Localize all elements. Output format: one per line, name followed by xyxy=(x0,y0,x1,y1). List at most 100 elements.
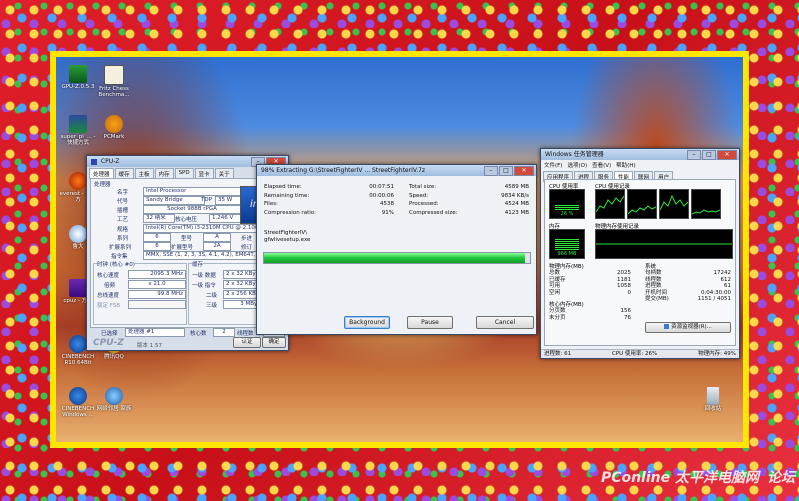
minimize-button[interactable]: – xyxy=(687,150,701,160)
processed-label: Processed: xyxy=(409,201,439,207)
fsb-value xyxy=(128,300,186,309)
extract-right-stats: Total size: 4589 MB Speed: 9834 KB/s Proce… xyxy=(409,183,529,217)
model-label: 型号 xyxy=(181,236,193,242)
multiplier-value: x 21.0 xyxy=(128,280,186,289)
desktop-icon-label: Fritz Chess Benchma... xyxy=(98,86,130,98)
mem-meter: 966 MB xyxy=(549,229,585,259)
physical-memory-section: 物理内存(MB) 总数 2025 已缓存 1181 可用 1058 空闲 0 核心内存(… xyxy=(549,262,631,321)
superpi-icon xyxy=(69,115,87,133)
elapsed-label: Elapsed time: xyxy=(264,184,302,190)
extract-titlebar[interactable]: 98% Extracting G:\StreetFighterIV ... St… xyxy=(257,165,536,176)
cinebench-icon xyxy=(69,335,87,353)
taskmgr-window[interactable]: Windows 任务管理器 – □ ✕ 文件(F) 选项(O) 查看(V) 帮助(H… xyxy=(540,148,740,359)
nonpaged-value: 76 xyxy=(624,314,631,321)
processor-select[interactable]: 处理器 #1 xyxy=(125,328,185,337)
cpu-usage-meter: 26 % xyxy=(549,189,585,219)
package-label: 插槽 xyxy=(117,208,129,214)
instr-label: 指令集 xyxy=(111,254,128,260)
processed-value: 4524 MB xyxy=(504,201,529,207)
desktop-icon-label: 回收站 xyxy=(704,406,722,412)
model-value: A xyxy=(203,233,231,242)
core-speed-label: 核心速度 xyxy=(97,273,120,279)
voltage-label: 核心电压 xyxy=(175,217,198,223)
system-title: 系统 xyxy=(645,264,657,270)
cancel-button[interactable]: Cancel xyxy=(476,316,534,329)
family-label: 系列 xyxy=(117,236,129,242)
desktop-icon-network[interactable]: 网络邻居 家族 xyxy=(94,387,134,412)
cores-label: 核心数 xyxy=(190,331,207,337)
resource-monitor-label: 资源监视器(R)... xyxy=(671,324,712,330)
package-value: Socket 988B rPGA xyxy=(143,205,241,214)
tech-label: 工艺 xyxy=(117,217,129,223)
desktop-icon-recycle-bin[interactable]: 回收站 xyxy=(693,387,733,412)
desktop-icon-pcmark[interactable]: PCMark xyxy=(94,115,134,140)
cinebench-icon xyxy=(69,387,87,405)
background-button[interactable]: Background xyxy=(344,316,390,329)
extract-left-stats: Elapsed time: 00:07:51 Remaining time: 00:… xyxy=(264,183,394,217)
forum-watermark: 论坛 xyxy=(767,470,795,486)
kernel-title: 核心内存(MB) xyxy=(549,302,584,308)
desktop-icon-label: GPU-Z.0.5.3 xyxy=(61,84,95,90)
cpuz-app-icon xyxy=(91,158,97,165)
maximize-button[interactable]: □ xyxy=(499,166,513,176)
commit-label: 提交(MB) xyxy=(645,296,669,302)
menu-view[interactable]: 查看(V) xyxy=(592,161,611,169)
cpuz-icon xyxy=(69,279,87,297)
validate-button[interactable]: 认证 xyxy=(233,337,261,348)
current-path: StreetFighterIV\ xyxy=(264,230,308,236)
desktop-icon-label: CINEBENCH Windows ... xyxy=(61,406,95,418)
cores-value: 2 xyxy=(213,328,235,337)
taskmgr-titlebar[interactable]: Windows 任务管理器 – □ ✕ xyxy=(541,149,739,160)
l2-label: 二级 xyxy=(206,293,218,299)
resource-monitor-button[interactable]: 资源监视器(R)... xyxy=(645,322,731,333)
desktop-icon-superpi[interactable]: super_pi_... - 快捷方式 xyxy=(58,115,98,146)
desktop-icon-label: PCMark xyxy=(103,134,125,140)
taskmgr-menu: 文件(F) 选项(O) 查看(V) 帮助(H) xyxy=(541,160,739,170)
cpu-history-core3 xyxy=(691,189,721,219)
current-file: StreetFighterIV\ gfwlivesetup.exe xyxy=(264,230,310,244)
desktop-icon-gpuz[interactable]: GPU-Z.0.5.3 xyxy=(58,65,98,90)
extract-window[interactable]: 98% Extracting G:\StreetFighterIV ... St… xyxy=(256,164,537,335)
cpuz-version: 版本 1.57 xyxy=(137,343,162,349)
resource-monitor-icon xyxy=(664,324,670,329)
ok-button[interactable]: 确定 xyxy=(262,337,286,348)
code-label: 代号 xyxy=(117,199,129,205)
stepping-label: 步进 xyxy=(241,236,253,242)
remaining-value: 00:00:06 xyxy=(369,192,394,199)
cpu-history-core1 xyxy=(627,189,657,219)
speed-value: 9834 KB/s xyxy=(501,192,529,199)
bus-label: 总线速度 xyxy=(97,293,120,299)
l1d-label: 一级 数据 xyxy=(192,273,216,279)
minimize-button[interactable]: – xyxy=(484,166,498,176)
progress-bar xyxy=(263,252,531,264)
window-title: CPU-Z xyxy=(100,158,120,165)
tdp-label: TDP xyxy=(201,197,212,203)
free-value: 0 xyxy=(627,289,632,296)
current-filename: gfwlivesetup.exe xyxy=(264,237,311,243)
everest-icon xyxy=(69,172,87,190)
pcmark-icon xyxy=(105,115,123,133)
close-button[interactable]: ✕ xyxy=(717,150,737,160)
chess-icon xyxy=(104,65,124,85)
threads-label: 线程数 xyxy=(237,331,254,337)
taskmgr-statusbar: 进程数: 61 CPU 使用率: 26% 物理内存: 49% xyxy=(541,349,739,358)
cache-title: 缓存 xyxy=(192,260,204,268)
desktop-icon-label: 腾讯QQ xyxy=(104,354,124,360)
menu-file[interactable]: 文件(F) xyxy=(544,161,562,169)
cpuz-footer-logo: CPU-Z xyxy=(93,338,124,348)
cpu-history-graphs xyxy=(595,189,721,219)
extmodel-label: 扩展型号 xyxy=(171,245,194,251)
speed-label: Speed: xyxy=(409,192,429,199)
menu-options[interactable]: 选项(O) xyxy=(567,161,587,169)
family-value: 6 xyxy=(143,233,171,242)
core-speed-value: 2095.3 MHz xyxy=(128,270,186,279)
desktop-icon-fritz[interactable]: Fritz Chess Benchma... xyxy=(94,65,134,98)
maximize-button[interactable]: □ xyxy=(702,150,716,160)
close-button[interactable]: ✕ xyxy=(514,166,534,176)
total-label: Total size: xyxy=(409,184,437,190)
menu-help[interactable]: 帮助(H) xyxy=(616,161,635,169)
pause-button[interactable]: Pause xyxy=(407,316,453,329)
desktop-icon-cinebench[interactable]: CINEBENCH Windows ... xyxy=(58,387,98,418)
l1i-label: 一级 指令 xyxy=(192,283,216,289)
selected-label: 已选择 xyxy=(101,331,118,337)
